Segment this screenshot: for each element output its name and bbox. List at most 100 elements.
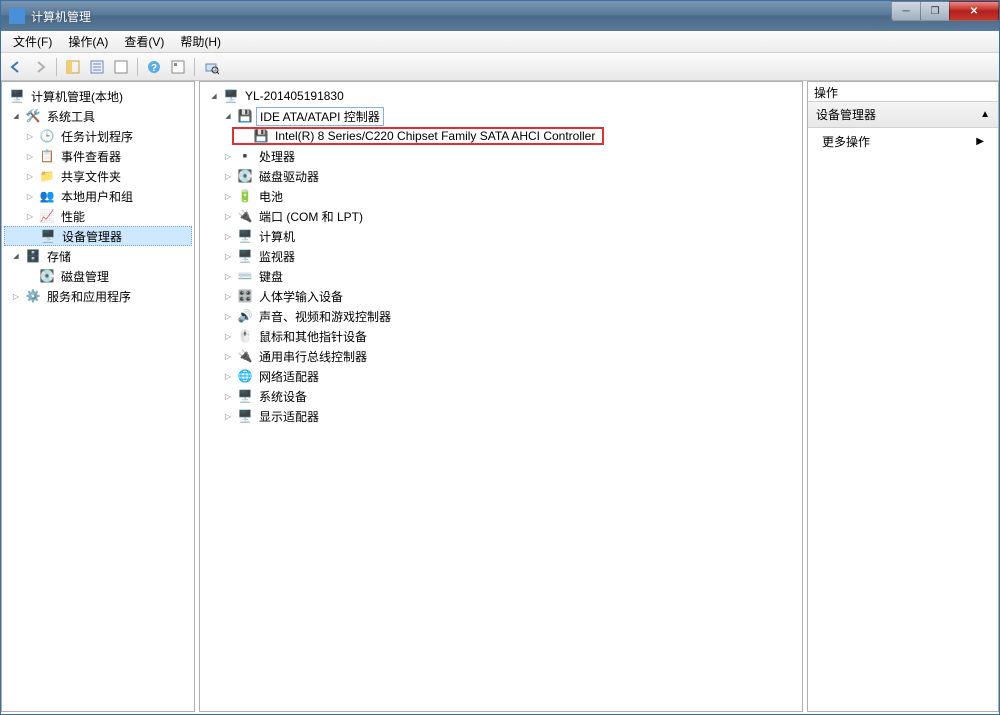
mouse-icon: 🖱️ xyxy=(237,328,253,344)
device-keyboards[interactable]: ⌨️ 键盘 xyxy=(202,266,800,286)
expander-icon[interactable] xyxy=(222,110,234,122)
tree-storage[interactable]: 🗄️ 存储 xyxy=(4,246,192,266)
device-hid[interactable]: 🎛️ 人体学输入设备 xyxy=(202,286,800,306)
tree-disk-management[interactable]: 💽 磁盘管理 xyxy=(4,266,192,286)
expander-icon[interactable] xyxy=(24,190,36,202)
device-network[interactable]: 🌐 网络适配器 xyxy=(202,366,800,386)
expander-icon[interactable] xyxy=(10,250,22,262)
expander-icon[interactable] xyxy=(24,210,36,222)
tree-label: YL-201405191830 xyxy=(242,88,347,104)
storage-icon: 🗄️ xyxy=(25,248,41,264)
usb-icon: 🔌 xyxy=(237,348,253,364)
tree-task-scheduler[interactable]: 🕒 任务计划程序 xyxy=(4,126,192,146)
device-ide-ata[interactable]: 💾 IDE ATA/ATAPI 控制器 xyxy=(202,106,800,126)
display-adapter-icon: 🖥️ xyxy=(237,408,253,424)
expander-icon[interactable] xyxy=(222,350,234,362)
expander-icon[interactable] xyxy=(10,110,22,122)
disk-icon: 💽 xyxy=(39,268,55,284)
console-tree[interactable]: 🖥️ 计算机管理(本地) 🛠️ 系统工具 🕒 任务计划程序 xyxy=(2,82,194,310)
device-battery[interactable]: 🔋 电池 xyxy=(202,186,800,206)
menu-action[interactable]: 操作(A) xyxy=(60,31,116,52)
device-computer-root[interactable]: 🖥️ YL-201405191830 xyxy=(202,86,800,106)
tree-label: 声音、视频和游戏控制器 xyxy=(256,307,394,326)
expander-icon[interactable] xyxy=(222,390,234,402)
expander-icon[interactable] xyxy=(222,270,234,282)
computer-mgmt-icon: 🖥️ xyxy=(9,88,25,104)
shared-folder-icon: 📁 xyxy=(39,168,55,184)
tree-label: 性能 xyxy=(58,207,88,226)
tree-label: 鼠标和其他指针设备 xyxy=(256,327,370,346)
tree-label: 系统设备 xyxy=(256,387,310,406)
pc-icon: 🖥️ xyxy=(223,88,239,104)
maximize-button[interactable]: ❐ xyxy=(920,1,950,21)
minimize-button[interactable]: ─ xyxy=(891,1,921,21)
pc-icon: 🖥️ xyxy=(237,228,253,244)
expander-icon[interactable] xyxy=(24,150,36,162)
back-button[interactable] xyxy=(5,56,27,78)
expander-icon[interactable] xyxy=(222,150,234,162)
scan-hardware-button[interactable] xyxy=(200,56,222,78)
disk-drive-icon: 💽 xyxy=(237,168,253,184)
device-sata-controller[interactable]: 💾 Intel(R) 8 Series/C220 Chipset Family … xyxy=(202,126,800,146)
device-computers[interactable]: 🖥️ 计算机 xyxy=(202,226,800,246)
expander-icon[interactable] xyxy=(222,290,234,302)
expander-icon[interactable] xyxy=(10,290,22,302)
device-monitors[interactable]: 🖥️ 监视器 xyxy=(202,246,800,266)
expander-icon[interactable] xyxy=(222,210,234,222)
device-ports[interactable]: 🔌 端口 (COM 和 LPT) xyxy=(202,206,800,226)
expander-icon[interactable] xyxy=(222,230,234,242)
expander-icon[interactable] xyxy=(222,190,234,202)
system-device-icon: 🖥️ xyxy=(237,388,253,404)
expander-icon[interactable] xyxy=(222,410,234,422)
help-button[interactable]: ? xyxy=(143,56,165,78)
properties-button[interactable] xyxy=(86,56,108,78)
tree-root[interactable]: 🖥️ 计算机管理(本地) xyxy=(4,86,192,106)
expander-icon[interactable] xyxy=(222,330,234,342)
tree-label: IDE ATA/ATAPI 控制器 xyxy=(256,107,384,126)
refresh-button[interactable] xyxy=(167,56,189,78)
clock-icon: 🕒 xyxy=(39,128,55,144)
tree-label: 键盘 xyxy=(256,267,286,286)
tree-shared-folders[interactable]: 📁 共享文件夹 xyxy=(4,166,192,186)
expander-icon[interactable] xyxy=(222,250,234,262)
tree-system-tools[interactable]: 🛠️ 系统工具 xyxy=(4,106,192,126)
separator xyxy=(56,58,57,76)
tree-label: 磁盘管理 xyxy=(58,267,112,286)
device-system-devices[interactable]: 🖥️ 系统设备 xyxy=(202,386,800,406)
expander-icon[interactable] xyxy=(24,130,36,142)
collapse-icon[interactable]: ▲ xyxy=(980,109,990,120)
menu-file[interactable]: 文件(F) xyxy=(5,31,60,52)
expander-icon[interactable] xyxy=(208,90,220,102)
menu-view[interactable]: 查看(V) xyxy=(116,31,172,52)
expander-icon[interactable] xyxy=(222,170,234,182)
device-usb[interactable]: 🔌 通用串行总线控制器 xyxy=(202,346,800,366)
device-tree[interactable]: 🖥️ YL-201405191830 💾 IDE ATA/ATAPI 控制器 💾… xyxy=(200,82,802,430)
tree-device-manager[interactable]: 🖥️ 设备管理器 xyxy=(4,226,192,246)
tree-label: 处理器 xyxy=(256,147,298,166)
tree-label: 计算机 xyxy=(256,227,298,246)
window-title: 计算机管理 xyxy=(31,8,892,25)
menubar: 文件(F) 操作(A) 查看(V) 帮助(H) xyxy=(1,31,999,53)
close-button[interactable]: ✕ xyxy=(949,1,999,21)
actions-section[interactable]: 设备管理器 ▲ xyxy=(808,102,998,128)
export-button[interactable] xyxy=(110,56,132,78)
tree-local-users[interactable]: 👥 本地用户和组 xyxy=(4,186,192,206)
more-actions-item[interactable]: 更多操作 ▶ xyxy=(808,128,998,155)
show-hide-tree-button[interactable] xyxy=(62,56,84,78)
tree-performance[interactable]: 📈 性能 xyxy=(4,206,192,226)
tree-event-viewer[interactable]: 📋 事件查看器 xyxy=(4,146,192,166)
tree-services[interactable]: ⚙️ 服务和应用程序 xyxy=(4,286,192,306)
tree-label: 设备管理器 xyxy=(59,227,125,246)
device-disk-drives[interactable]: 💽 磁盘驱动器 xyxy=(202,166,800,186)
device-display[interactable]: 🖥️ 显示适配器 xyxy=(202,406,800,426)
expander-icon[interactable] xyxy=(222,370,234,382)
expander-icon[interactable] xyxy=(222,310,234,322)
tree-label: 磁盘驱动器 xyxy=(256,167,322,186)
device-processor[interactable]: ▪️ 处理器 xyxy=(202,146,800,166)
device-mice[interactable]: 🖱️ 鼠标和其他指针设备 xyxy=(202,326,800,346)
cpu-icon: ▪️ xyxy=(237,148,253,164)
expander-icon[interactable] xyxy=(24,170,36,182)
menu-help[interactable]: 帮助(H) xyxy=(172,31,229,52)
device-sound[interactable]: 🔊 声音、视频和游戏控制器 xyxy=(202,306,800,326)
forward-button[interactable] xyxy=(29,56,51,78)
